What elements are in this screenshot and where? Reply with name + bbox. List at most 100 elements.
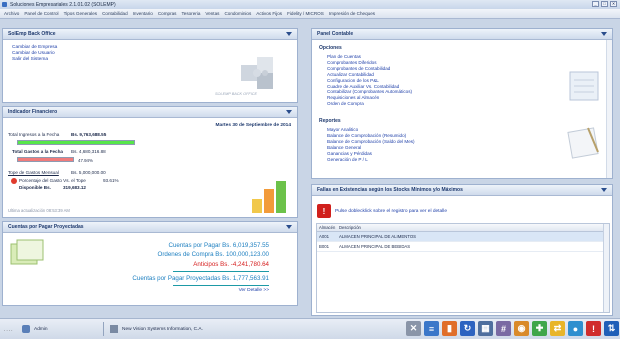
table-scrollbar[interactable]: [603, 224, 609, 312]
menu-ventas[interactable]: Ventas: [205, 11, 219, 16]
porcentaje-label: Porcentaje del Gasto Vs. el Tope: [19, 178, 86, 183]
gastos-bar: [17, 157, 74, 162]
maximize-button[interactable]: □: [601, 1, 608, 7]
anticipos-label: Anticipos Bs.: [193, 261, 230, 268]
cuentas-panel: Cuentas por Pagar Proyectadas Cuentas po…: [2, 221, 298, 306]
contable-header[interactable]: Panel Contable: [312, 29, 612, 40]
fallas-title: Fallas en Existencias según los Stocks M…: [317, 187, 463, 193]
calculator-icon[interactable]: #: [496, 321, 511, 336]
salir-sistema-link[interactable]: Salir del Sistema: [12, 57, 57, 63]
gastos-value: Bs. 4,680,316.88: [71, 149, 106, 154]
warning-icon[interactable]: !: [586, 321, 601, 336]
porcentaje-value: 93.61%: [103, 178, 119, 183]
backoffice-header[interactable]: SolEmp Back Office: [3, 29, 297, 40]
backoffice-panel: SolEmp Back Office Cambiar de Empresa Ca…: [2, 28, 298, 103]
menu-inventario[interactable]: Inventario: [133, 11, 153, 16]
row-desc: ALMACEN PRINCIPAL DE BEBIDAS: [339, 244, 411, 249]
ingresos-label: Total Ingresos a la Fecha: [8, 132, 60, 137]
close-button[interactable]: ✕: [610, 1, 617, 7]
menu-condominios[interactable]: Condominios: [224, 11, 251, 16]
table-header: Almacén Descripción: [317, 224, 609, 232]
contable-title: Panel Contable: [317, 31, 354, 37]
puzzle-icon[interactable]: ✚: [532, 321, 547, 336]
cuentas-por-pagar-line: Cuentas por Pagar Bs. 6,019,357.55: [169, 242, 269, 249]
financiero-header[interactable]: Indicador Financiero: [3, 107, 297, 118]
opcion-orden-compra[interactable]: Orden de Compra: [327, 101, 412, 107]
menu-archivo[interactable]: Archivo: [4, 11, 19, 16]
users-icon[interactable]: ●: [568, 321, 583, 336]
fallas-header[interactable]: Fallas en Existencias según los Stocks M…: [312, 185, 612, 196]
collapse-arrow-icon[interactable]: [601, 188, 607, 192]
collapse-arrow-icon[interactable]: [601, 32, 607, 36]
status-dots: ....: [4, 327, 14, 333]
menu-compras[interactable]: Compras: [158, 11, 177, 16]
gastos-pct: 47.94%: [78, 158, 93, 163]
collapse-arrow-icon[interactable]: [286, 225, 292, 229]
menu-activos-fijos[interactable]: Activos Fijos: [256, 11, 282, 16]
arrows-icon[interactable]: ⇄: [550, 321, 565, 336]
minimize-button[interactable]: _: [592, 1, 599, 7]
menu-impresion-cheques[interactable]: Impresión de Cheques: [329, 11, 375, 16]
gastos-bar-track: [17, 157, 135, 162]
table-row[interactable]: A001 ALMACEN PRINCIPAL DE ALIMENTOS: [317, 232, 609, 242]
status-divider: [103, 322, 104, 336]
ledger-icon: [569, 71, 599, 101]
divider: [173, 285, 269, 286]
report-icon[interactable]: ≡: [424, 321, 439, 336]
column-almacen[interactable]: Almacén: [317, 225, 339, 230]
column-descripcion[interactable]: Descripción: [339, 225, 361, 230]
tope-label[interactable]: Tope de Gastos Mensual: [8, 170, 59, 175]
tope-value: Bs. 5,000,000.00: [71, 170, 106, 175]
collapse-arrow-icon[interactable]: [286, 32, 292, 36]
alert-text: Pulse doblecklick sobre el registro para…: [335, 208, 447, 214]
stock-table: Almacén Descripción A001 ALMACEN PRINCIP…: [316, 223, 610, 313]
reporte-balance-resumido[interactable]: Balance de Comprobación (Resumido): [327, 133, 415, 139]
menu-tipos-generales[interactable]: Tipos Generales: [64, 11, 98, 16]
anticipos-line: Anticipos Bs. -4,241,780.64: [193, 261, 269, 268]
donut-chart-icon: [11, 178, 17, 184]
window-title: Soluciones Empresariales 2.1.01.02 (SOLE…: [10, 1, 116, 8]
contable-scrollbar[interactable]: [606, 40, 612, 178]
ingresos-bar: [17, 140, 135, 145]
ordenes-compra-line: Ordenes de Compra Bs. 100,000,123.00: [158, 251, 269, 258]
logo-caption: SOLEMP BACK OFFICE: [215, 92, 258, 96]
warning-icon: !: [317, 204, 331, 218]
ver-detalle-link[interactable]: Ver Detalle >>: [239, 288, 269, 293]
row-desc: ALMACEN PRINCIPAL DE ALIMENTOS: [339, 234, 417, 239]
menu-fidelity-micros[interactable]: Fidelity / MICROS: [287, 11, 324, 16]
company-name: New Vision Systems Information, C.A.: [122, 326, 203, 332]
indicador-financiero-panel: Indicador Financiero Martes 30 de Septie…: [2, 106, 298, 218]
menu-panel-de-control[interactable]: Panel de Control: [24, 11, 58, 16]
disponible-value: 319,683.12: [63, 185, 86, 190]
menu-bar: Archivo Panel de Control Tipos Generales…: [0, 9, 620, 19]
opciones-heading: Opciones: [319, 45, 342, 51]
ordenes-compra-value: 100,000,123.00: [225, 251, 269, 258]
financiero-date: Martes 30 de Septiembre de 2014: [215, 123, 291, 128]
puzzle-logo-icon: [241, 57, 273, 89]
status-user: Admin: [22, 325, 48, 333]
globe-icon[interactable]: ◉: [514, 321, 529, 336]
anticipos-value: -4,241,780.64: [230, 261, 269, 268]
app-icon: [2, 2, 7, 7]
menu-contabilidad[interactable]: Contabilidad: [102, 11, 128, 16]
total-proyectadas-line: Cuentas por Pagar Proyectadas Bs. 1,777,…: [132, 275, 269, 282]
table-row[interactable]: B001 ALMACEN PRINCIPAL DE BEBIDAS: [317, 242, 609, 252]
sync-icon[interactable]: ↻: [460, 321, 475, 336]
panel-icon[interactable]: ▦: [478, 321, 493, 336]
documents-icon: [10, 239, 44, 265]
total-proyectadas-label: Cuentas por Pagar Proyectadas Bs.: [132, 275, 232, 282]
status-company: New Vision Systems Information, C.A.: [110, 325, 203, 333]
ordenes-compra-label: Ordenes de Compra Bs.: [157, 251, 225, 258]
row-code: B001: [319, 244, 330, 249]
reporte-balance-saldo-mes[interactable]: Balance de Comprobación (Saldo del Mes): [327, 139, 415, 145]
cuentas-header[interactable]: Cuentas por Pagar Proyectadas: [3, 222, 297, 233]
reporte-generacion-pl[interactable]: Generación de P / L: [327, 157, 415, 163]
row-code: A001: [319, 234, 330, 239]
chart-icon[interactable]: ▮: [442, 321, 457, 336]
network-icon[interactable]: ⇅: [604, 321, 619, 336]
collapse-arrow-icon[interactable]: [286, 110, 292, 114]
gastos-label: Total Gastos a la Fecha: [12, 149, 63, 154]
user-icon: [22, 325, 30, 333]
tools-icon[interactable]: ✕: [406, 321, 421, 336]
menu-tesoreria[interactable]: Tesoreria: [181, 11, 200, 16]
